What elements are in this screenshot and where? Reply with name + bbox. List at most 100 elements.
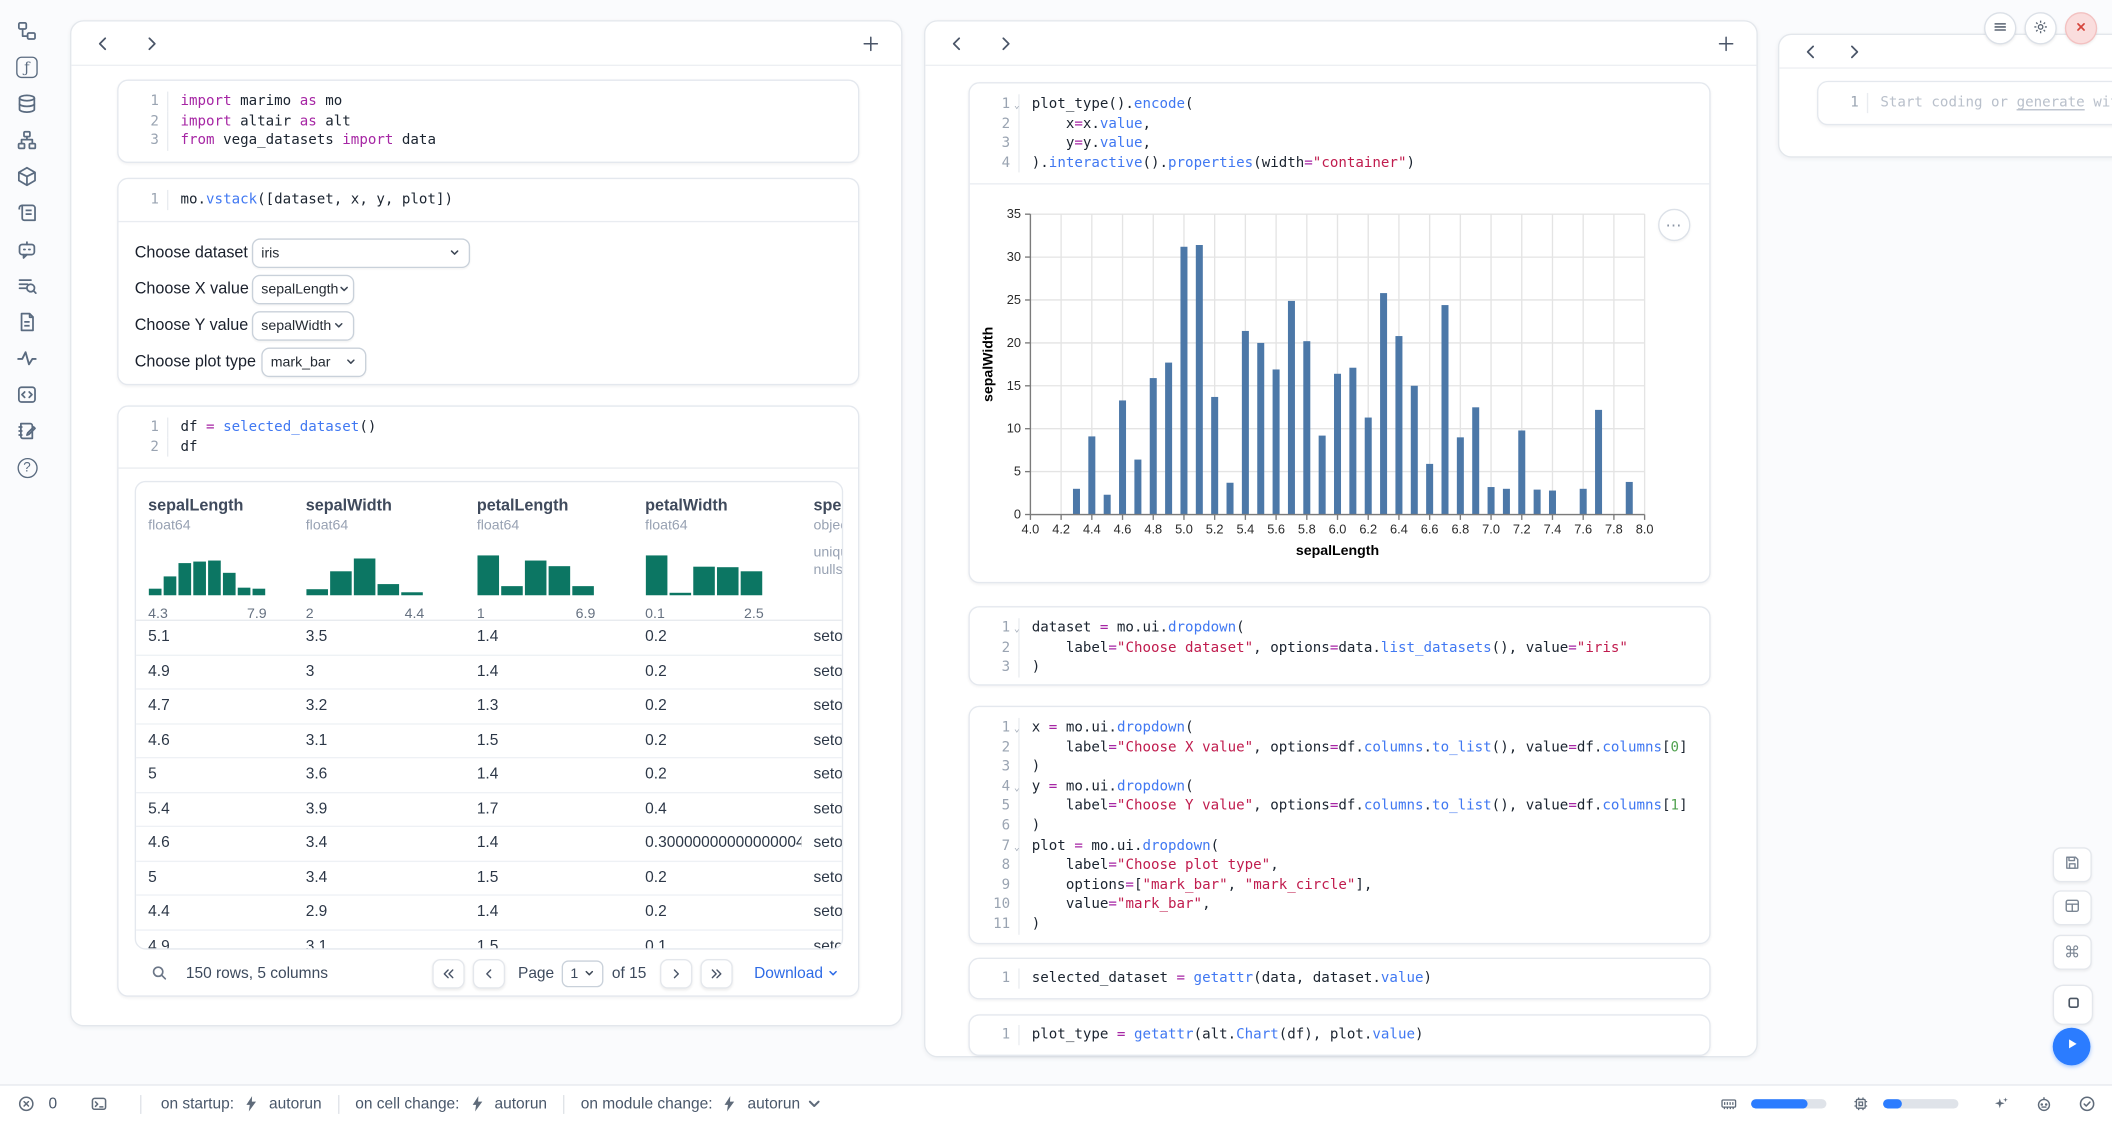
layout-button[interactable] [2053,890,2092,925]
save-button[interactable] [2053,847,2092,882]
code-line[interactable]: 2 label="Choose dataset", options=data.l… [978,638,1701,658]
code-line[interactable]: 4⌄y = mo.ui.dropdown( [978,777,1701,797]
connection-status-button[interactable] [2074,1092,2098,1116]
generate-link[interactable]: generate [2017,94,2085,110]
column-header-petalWidth[interactable]: petalWidthfloat640.12.5 [633,482,801,622]
chevron-left-icon[interactable] [1798,39,1822,63]
chevron-right-icon[interactable] [1841,39,1865,63]
add-cell-icon[interactable] [1713,31,1737,55]
dropdown-select-sepalWidth[interactable]: sepalWidth [252,311,354,341]
code-cell-xyplot[interactable]: 1⌄x = mo.ui.dropdown(2 label="Choose X v… [968,706,1710,944]
table-row[interactable]: 4.93.11.50.1setosa [136,929,842,950]
table-row[interactable]: 5.13.51.40.2setosa [136,621,842,654]
last-page-button[interactable] [700,958,732,988]
fold-chevron-icon[interactable]: ⌄ [1014,96,1020,116]
runtime-item[interactable]: on module change:autorun [581,1092,823,1116]
code-line[interactable]: 8 label="Choose plot type", [978,856,1701,876]
code-line[interactable]: 3) [978,658,1701,678]
code-line[interactable]: 1⌄plot_type().encode( [978,94,1701,114]
runtime-item[interactable]: on cell change:autorun [355,1092,547,1116]
code-line[interactable]: 4).interactive().properties(width="conta… [978,153,1701,173]
table-row[interactable]: 53.41.50.2setosa [136,860,842,894]
code-line[interactable]: 11) [978,914,1701,934]
table-row[interactable]: 4.73.21.30.2setosa [136,688,842,722]
scratchpad-icon[interactable] [15,201,39,225]
code-line[interactable]: 3) [978,757,1701,777]
code-line[interactable]: 6) [978,816,1701,836]
runtime-item[interactable]: on startup:autorun [161,1092,322,1116]
code-line[interactable]: 2import altair as alt [127,111,850,131]
code-cell-imports[interactable]: 1import marimo as mo2import altair as al… [117,79,859,163]
table-row[interactable]: 4.42.91.40.2setosa [136,894,842,928]
next-page-button[interactable] [660,958,692,988]
code-line[interactable]: 2 label="Choose X value", options=df.col… [978,738,1701,758]
table-row[interactable]: 4.931.40.2setosa [136,654,842,688]
page-select[interactable]: 1 [562,960,604,987]
first-page-button[interactable] [432,958,464,988]
datasources-icon[interactable] [15,92,39,116]
code-line[interactable]: 9 options=["mark_bar", "mark_circle"], [978,875,1701,895]
code-cell-dataset[interactable]: 1⌄dataset = mo.ui.dropdown(2 label="Choo… [968,606,1710,685]
code-line[interactable]: 1mo.vstack([dataset, x, y, plot]) [127,190,850,210]
dependency-graph-icon[interactable] [15,128,39,152]
dropdown-select-sepalLength[interactable]: sepalLength [252,274,354,304]
dropdown-select-iris[interactable]: iris [252,238,470,268]
code-line[interactable]: 2df [127,437,850,457]
ai-chat-icon[interactable] [15,237,39,261]
code-line[interactable]: 2 x=x.value, [978,114,1701,134]
chevron-right-icon[interactable] [139,31,163,55]
code-cell-plot-type[interactable]: 1plot_type = getattr(alt.Chart(df), plot… [968,1014,1710,1056]
code-line[interactable]: 1⌄dataset = mo.ui.dropdown( [978,618,1701,638]
code-line[interactable]: 5 label="Choose Y value", options=df.col… [978,797,1701,817]
code-cell-selected-dataset[interactable]: 1selected_dataset = getattr(data, datase… [968,958,1710,1000]
tracing-icon[interactable] [15,346,39,370]
notes-icon[interactable] [15,419,39,443]
assistant-bot-button[interactable] [2031,1092,2055,1116]
code-line[interactable]: 7⌄plot = mo.ui.dropdown( [978,836,1701,856]
table-row[interactable]: 4.63.11.50.2setosa [136,723,842,757]
altair-bar-chart[interactable]: 051015202530354.04.24.44.64.85.05.25.45.… [977,190,1700,567]
code-line[interactable]: 1import marimo as mo [127,92,850,112]
menu-button[interactable] [1984,12,2016,44]
dropdown-select-mark_bar[interactable]: mark_bar [261,347,366,377]
fold-chevron-icon[interactable]: ⌄ [1014,620,1020,640]
column-header-species[interactable]: speciesobjectunique:nulls: [801,482,843,622]
keyboard-shortcuts-button[interactable]: ⌘ [2053,935,2092,970]
settings-button[interactable] [2024,12,2056,44]
download-button[interactable]: Download [754,965,839,981]
column-header-sepalLength[interactable]: sepalLengthfloat644.37.9 [136,482,294,622]
prev-page-button[interactable] [472,958,504,988]
code-cell-df[interactable]: 1df = selected_dataset()2df sepalLengthf… [117,405,859,996]
errors-indicator[interactable] [13,1092,37,1116]
code-line[interactable]: 1df = selected_dataset() [127,418,850,438]
code-line[interactable]: 1selected_dataset = getattr(data, datase… [978,968,1701,988]
code-line[interactable]: 3 y=y.value, [978,134,1701,154]
code-cell-vstack[interactable]: 1mo.vstack([dataset, x, y, plot]) Choose… [117,178,859,385]
functions-icon[interactable]: ƒ [15,55,39,79]
fold-chevron-icon[interactable]: ⌄ [1014,719,1020,739]
chevron-left-icon[interactable] [90,31,114,55]
code-cell-plot[interactable]: 1⌄plot_type().encode(2 x=x.value,3 y=y.v… [968,82,1710,583]
code-placeholder[interactable]: Start coding or generate with AI [1868,93,2112,113]
snippets-icon[interactable] [15,383,39,407]
code-line[interactable]: 1⌄x = mo.ui.dropdown( [978,718,1701,738]
code-line[interactable]: 10 value="mark_bar", [978,895,1701,915]
terminal-button[interactable] [87,1092,111,1116]
packages-icon[interactable] [15,164,39,188]
fold-chevron-icon[interactable]: ⌄ [1014,837,1020,857]
table-row[interactable]: 4.63.41.40.30000000000000004setosa [136,826,842,860]
fold-chevron-icon[interactable]: ⌄ [1014,778,1020,798]
help-icon[interactable]: ? [15,455,39,479]
chevron-right-icon[interactable] [993,31,1017,55]
column-header-petalLength[interactable]: petalLengthfloat6416.9 [465,482,633,622]
code-line[interactable]: 3from vega_datasets import data [127,131,850,151]
scratchpad-toggle-button[interactable] [2053,985,2093,1025]
chevron-left-icon[interactable] [944,31,968,55]
code-line[interactable]: 1plot_type = getattr(alt.Chart(df), plot… [978,1025,1701,1045]
documentation-icon[interactable] [15,310,39,334]
ai-sparkle-button[interactable] [1988,1092,2012,1116]
add-cell-icon[interactable] [858,31,882,55]
close-panel-button[interactable] [2065,12,2097,44]
run-button[interactable] [2053,1028,2091,1066]
file-explorer-icon[interactable] [15,19,39,43]
